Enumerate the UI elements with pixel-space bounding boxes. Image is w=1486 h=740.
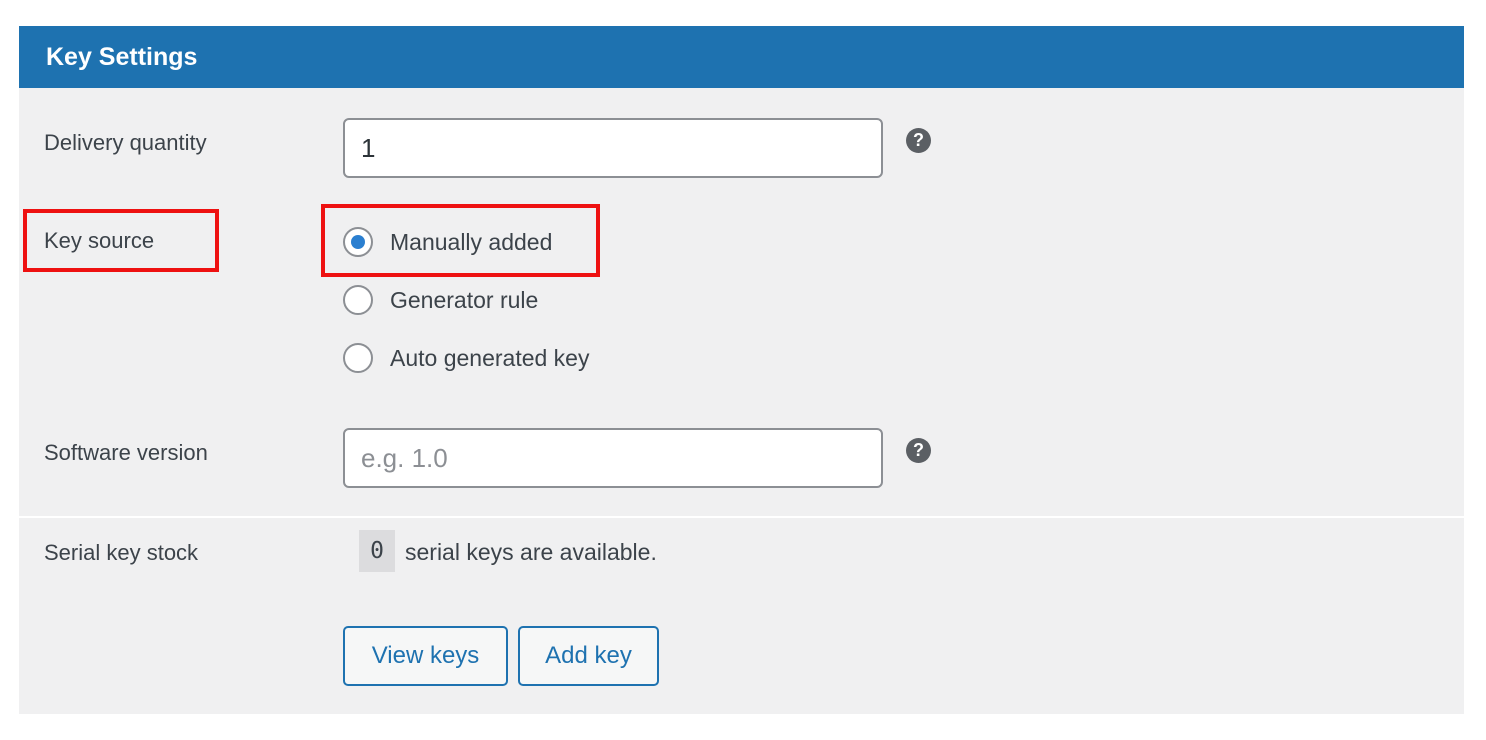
serial-key-availability-text: serial keys are available. bbox=[405, 539, 657, 565]
view-keys-button[interactable]: View keys bbox=[343, 626, 508, 686]
radio-option-auto-generated-key[interactable]: Auto generated key bbox=[343, 341, 589, 375]
panel-header: Key Settings bbox=[19, 26, 1464, 88]
radio-button-checked[interactable] bbox=[343, 227, 373, 257]
radio-button[interactable] bbox=[343, 285, 373, 315]
key-settings-panel: Key Settings Delivery quantity ? Key sou… bbox=[19, 26, 1464, 714]
radio-label: Auto generated key bbox=[390, 344, 590, 371]
radio-button[interactable] bbox=[343, 343, 373, 373]
software-version-label: Software version bbox=[44, 440, 208, 465]
help-icon[interactable]: ? bbox=[906, 128, 931, 153]
delivery-quantity-input[interactable] bbox=[343, 118, 883, 178]
radio-label: Manually added bbox=[390, 228, 553, 255]
delivery-quantity-label: Delivery quantity bbox=[44, 130, 207, 155]
radio-option-generator-rule[interactable]: Generator rule bbox=[343, 283, 538, 317]
help-icon[interactable]: ? bbox=[906, 438, 931, 463]
add-key-button[interactable]: Add key bbox=[518, 626, 659, 686]
serial-key-count: 0 bbox=[359, 530, 395, 572]
section-divider bbox=[19, 516, 1464, 518]
serial-key-stock-label: Serial key stock bbox=[44, 540, 199, 565]
radio-option-manually-added[interactable]: Manually added bbox=[343, 225, 552, 259]
key-source-label: Key source bbox=[44, 228, 155, 253]
software-version-input[interactable] bbox=[343, 428, 883, 488]
panel-title: Key Settings bbox=[46, 43, 198, 71]
radio-label: Generator rule bbox=[390, 286, 539, 313]
